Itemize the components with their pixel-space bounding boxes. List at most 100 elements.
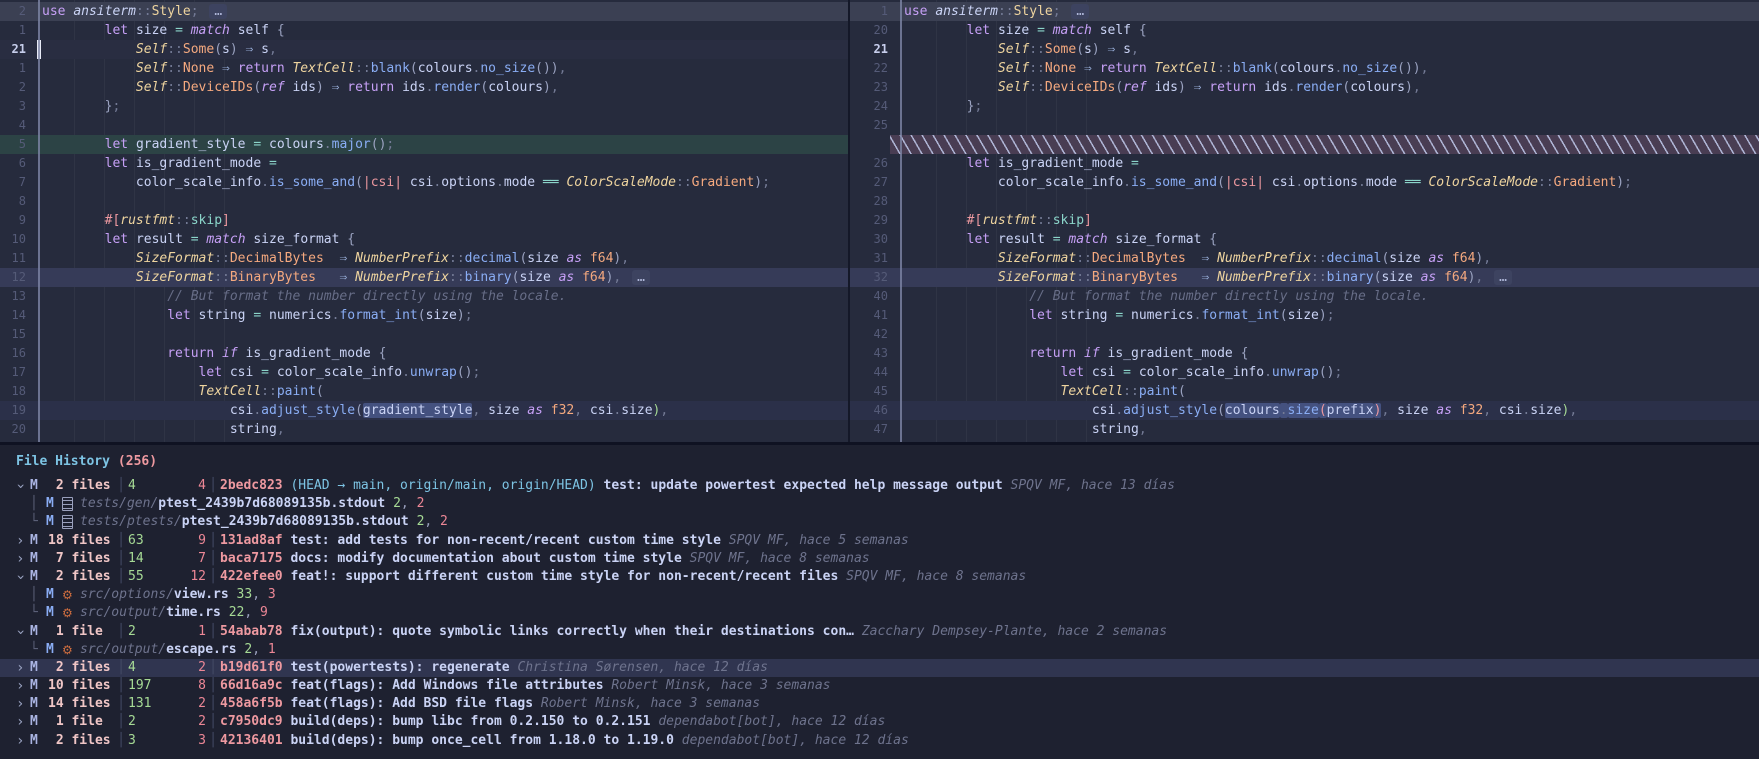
- commit-row[interactable]: ›M18 files│639│131ad8af test: add tests …: [0, 532, 1759, 550]
- code-line[interactable]: 28: [850, 192, 1759, 211]
- fold-ellipsis-icon[interactable]: …: [209, 4, 227, 19]
- line-number: 17: [0, 363, 34, 382]
- code-line[interactable]: 26 let is_gradient_mode =: [850, 154, 1759, 173]
- code-token: ══: [543, 175, 566, 190]
- chevron-right-icon[interactable]: ›: [16, 532, 30, 550]
- code-token: NumberPrefix: [355, 270, 449, 285]
- chevron-right-icon[interactable]: ›: [16, 659, 30, 677]
- commit-file-row[interactable]: └M⚙src/output/time.rs 22, 9: [0, 604, 1759, 622]
- code-token: gradient_style: [363, 403, 473, 418]
- commit-file-row[interactable]: └M⚙src/output/escape.rs 2, 1: [0, 641, 1759, 659]
- commit-row[interactable]: ›M14 files│1312│458a6f5b feat(flags): Ad…: [0, 695, 1759, 713]
- code-line[interactable]: 2use ansiterm::Style; …: [0, 2, 848, 21]
- commit-row[interactable]: ›M 2 files│42│b19d61f0 test(powertests):…: [0, 659, 1759, 677]
- commit-row[interactable]: ›M 2 files│5512│422efee0 feat!: support …: [0, 568, 1759, 586]
- code-line[interactable]: 47 string,: [850, 420, 1759, 439]
- code-line[interactable]: 45 TextCell::paint(: [850, 382, 1759, 401]
- code-line[interactable]: 1use ansiterm::Style; …: [850, 2, 1759, 21]
- code-line[interactable]: 10 let result = match size_format {: [0, 230, 848, 249]
- diff-pane-right[interactable]: 1use ansiterm::Style; …20 let size = mat…: [850, 0, 1759, 442]
- code-line[interactable]: 5 let gradient_style = colours.major();: [0, 135, 848, 154]
- chevron-right-icon[interactable]: ›: [16, 713, 30, 731]
- code-line[interactable]: 44 let csi = color_scale_info.unwrap();: [850, 363, 1759, 382]
- fold-ellipsis-icon[interactable]: …: [632, 270, 650, 285]
- chevron-right-icon[interactable]: ›: [16, 677, 30, 695]
- commit-row[interactable]: ›M 2 files│44│2bedc823 (HEAD → main, ori…: [0, 477, 1759, 495]
- code-line[interactable]: 17 let csi = color_scale_info.unwrap();: [0, 363, 848, 382]
- line-number: 46: [850, 401, 896, 420]
- code-token: ColorScaleMode: [1428, 175, 1538, 190]
- gutter-separator: [38, 0, 40, 442]
- code-line[interactable]: 21 Self::Some(s) ⇒ s,: [0, 40, 848, 59]
- diff-pane-left[interactable]: 2use ansiterm::Style; …1 let size = matc…: [0, 0, 850, 442]
- file-dir: src/options/: [80, 586, 174, 604]
- code-line[interactable]: 23 Self::DeviceIDs(ref ids) ⇒ return ids…: [850, 78, 1759, 97]
- commit-row[interactable]: ›M10 files│1978│66d16a9c feat(flags): Ad…: [0, 677, 1759, 695]
- code-token: |csi|: [363, 175, 402, 190]
- code-token: use: [42, 4, 73, 19]
- code-line[interactable]: 16 return if is_gradient_mode {: [0, 344, 848, 363]
- separator: │: [206, 477, 220, 495]
- commit-file-row[interactable]: │Mtests/gen/ptest_2439b7d68089135b.stdou…: [0, 495, 1759, 513]
- code-line[interactable]: 42: [850, 325, 1759, 344]
- files-count: 2 files: [48, 477, 114, 495]
- commit-file-row[interactable]: └Mtests/ptests/ptest_2439b7d68089135b.st…: [0, 513, 1759, 531]
- fold-ellipsis-icon[interactable]: …: [1071, 4, 1089, 19]
- code-line[interactable]: 7 color_scale_info.is_some_and(|csi| csi…: [0, 173, 848, 192]
- code-line[interactable]: 19 csi.adjust_style(gradient_style, size…: [0, 401, 848, 420]
- chevron-down-icon[interactable]: ›: [16, 477, 30, 495]
- code-token: format_int: [1201, 308, 1279, 323]
- chevron-right-icon[interactable]: ›: [16, 695, 30, 713]
- chevron-down-icon[interactable]: ›: [16, 568, 30, 586]
- code-line[interactable]: 21 Self::Some(s) ⇒ s,: [850, 40, 1759, 59]
- code-line[interactable]: 11 SizeFormat::DecimalBytes ⇒ NumberPref…: [0, 249, 848, 268]
- code-line[interactable]: 1 Self::None ⇒ return TextCell::blank(co…: [0, 59, 848, 78]
- code-token: ids: [1154, 80, 1177, 95]
- code-token: None: [1045, 61, 1076, 76]
- code-line[interactable]: 3 };: [0, 97, 848, 116]
- code-line[interactable]: 46 csi.adjust_style(colours.size(prefix)…: [850, 401, 1759, 420]
- code-line[interactable]: 41 let string = numerics.format_int(size…: [850, 306, 1759, 325]
- code-line[interactable]: 13 // But format the number directly usi…: [0, 287, 848, 306]
- file-dir: tests/ptests/: [80, 513, 182, 531]
- code-line[interactable]: 14 let string = numerics.format_int(size…: [0, 306, 848, 325]
- code-line[interactable]: 12 SizeFormat::BinaryBytes ⇒ NumberPrefi…: [0, 268, 848, 287]
- code-token: SizeFormat: [136, 251, 214, 266]
- chevron-right-icon[interactable]: ›: [16, 732, 30, 750]
- fold-ellipsis-icon[interactable]: …: [1494, 270, 1512, 285]
- code-line[interactable]: 6 let is_gradient_mode =: [0, 154, 848, 173]
- commit-message: test: update powertest expected help mes…: [604, 477, 1011, 495]
- code-line[interactable]: 29 #[rustfmt::skip]: [850, 211, 1759, 230]
- code-line[interactable]: 31 SizeFormat::DecimalBytes ⇒ NumberPref…: [850, 249, 1759, 268]
- code-line[interactable]: 15: [0, 325, 848, 344]
- code-line[interactable]: 8: [0, 192, 848, 211]
- chevron-down-icon[interactable]: ›: [16, 623, 30, 641]
- code-line[interactable]: 24 };: [850, 97, 1759, 116]
- commit-row[interactable]: ›M 2 files│33│42136401 build(deps): bump…: [0, 732, 1759, 750]
- code-line[interactable]: 43 return if is_gradient_mode {: [850, 344, 1759, 363]
- commit-row[interactable]: ›M 1 file │22│c7950dc9 build(deps): bump…: [0, 713, 1759, 731]
- chevron-right-icon[interactable]: ›: [16, 550, 30, 568]
- commit-file-row[interactable]: │M⚙src/options/view.rs 33, 3: [0, 586, 1759, 604]
- code-token: [42, 384, 199, 399]
- code-line[interactable]: 20 string,: [0, 420, 848, 439]
- deleted-lines-hatch[interactable]: [850, 135, 1759, 154]
- code-line[interactable]: 30 let result = match size_format {: [850, 230, 1759, 249]
- code-line[interactable]: 40 // But format the number directly usi…: [850, 287, 1759, 306]
- code-line[interactable]: 27 color_scale_info.is_some_and(|csi| cs…: [850, 173, 1759, 192]
- code-line[interactable]: 22 Self::None ⇒ return TextCell::blank(c…: [850, 59, 1759, 78]
- code-token: unwrap: [1272, 365, 1319, 380]
- commit-row[interactable]: ›M 1 file │21│54abab78 fix(output): quot…: [0, 623, 1759, 641]
- code-line[interactable]: 9 #[rustfmt::skip]: [0, 211, 848, 230]
- code-line[interactable]: 25: [850, 116, 1759, 135]
- code-line[interactable]: 18 TextCell::paint(: [0, 382, 848, 401]
- code-line[interactable]: 32 SizeFormat::BinaryBytes ⇒ NumberPrefi…: [850, 268, 1759, 287]
- code-line[interactable]: 20 let size = match self {: [850, 21, 1759, 40]
- line-number: 47: [850, 420, 896, 439]
- code-line[interactable]: 2 Self::DeviceIDs(ref ids) ⇒ return ids.…: [0, 78, 848, 97]
- code-line[interactable]: 1 let size = match self {: [0, 21, 848, 40]
- code-line[interactable]: 4: [0, 116, 848, 135]
- commit-author-date: dependabot[bot], hace 12 días: [682, 732, 909, 750]
- commit-row[interactable]: ›M 7 files│147│baca7175 docs: modify doc…: [0, 550, 1759, 568]
- line-content: [890, 135, 1759, 154]
